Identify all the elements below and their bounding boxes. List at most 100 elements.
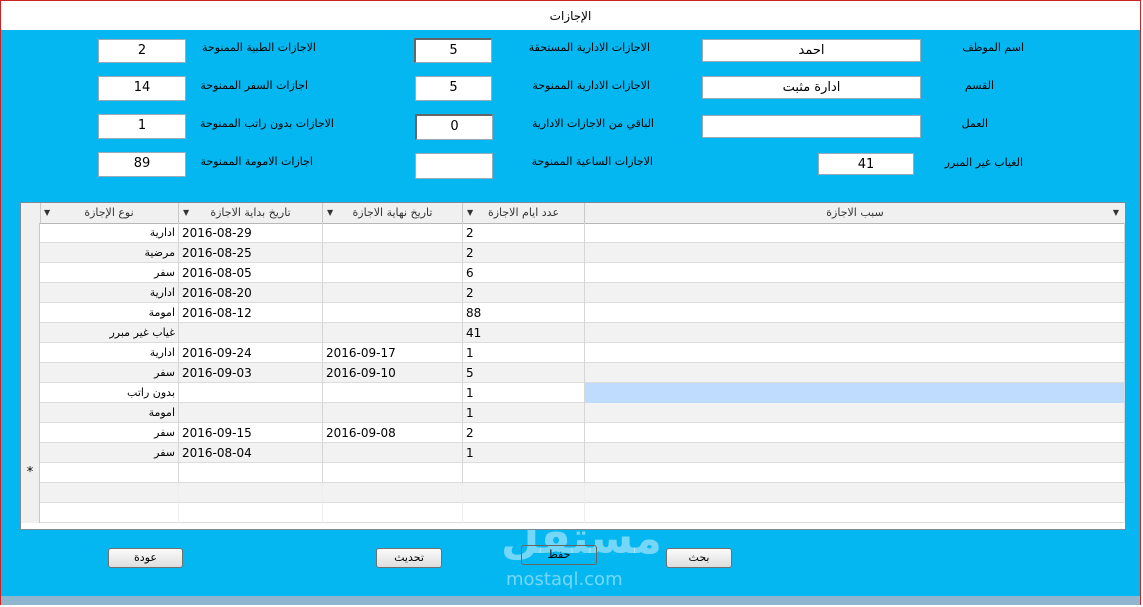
refresh-button[interactable]: تحديث	[376, 548, 442, 568]
cell-days[interactable]: 2	[463, 423, 585, 443]
cell-end[interactable]	[323, 283, 463, 303]
table-row[interactable]: امومة 2016-08-12 88	[21, 303, 1125, 323]
search-button[interactable]: بحث	[666, 548, 732, 568]
admin-granted-field[interactable]: 5	[415, 76, 492, 101]
cell-type[interactable]: سفر	[40, 263, 179, 283]
cell-end[interactable]	[323, 303, 463, 323]
cell-reason[interactable]	[585, 403, 1125, 423]
hourly-granted-field[interactable]	[415, 153, 493, 179]
cell-start[interactable]: 2016-08-12	[179, 303, 323, 323]
cell-type[interactable]: امومة	[40, 303, 179, 323]
medical-granted-field[interactable]: 2	[98, 39, 186, 63]
cell-end[interactable]	[323, 403, 463, 423]
cell-type[interactable]: ادارية	[40, 223, 179, 243]
table-row[interactable]: سفر 2016-09-15 2016-09-08 2	[21, 423, 1125, 443]
cell-reason[interactable]	[585, 323, 1125, 343]
table-row[interactable]: ادارية 2016-08-20 2	[21, 283, 1125, 303]
save-button[interactable]: حفظ	[521, 545, 597, 565]
cell-start[interactable]: 2016-09-03	[179, 363, 323, 383]
cell-type[interactable]: سفر	[40, 363, 179, 383]
cell-end[interactable]	[323, 323, 463, 343]
cell-start[interactable]: 2016-09-24	[179, 343, 323, 363]
cell-reason[interactable]	[585, 363, 1125, 383]
row-selector[interactable]	[21, 243, 40, 263]
cell-start[interactable]	[179, 323, 323, 343]
dropdown-arrow-icon[interactable]: ▼	[44, 203, 50, 223]
select-all-corner[interactable]	[21, 203, 41, 223]
row-selector[interactable]	[21, 403, 40, 423]
cell-reason[interactable]	[585, 303, 1125, 323]
cell-start[interactable]: 2016-08-25	[179, 243, 323, 263]
cell-reason[interactable]	[585, 343, 1125, 363]
table-row[interactable]: مرضية 2016-08-25 2	[21, 243, 1125, 263]
dropdown-arrow-icon[interactable]: ▼	[327, 203, 333, 223]
dropdown-arrow-icon[interactable]: ▼	[467, 203, 473, 223]
admin-due-field[interactable]: 5	[414, 38, 492, 63]
table-row[interactable]: سفر 2016-09-03 2016-09-10 5	[21, 363, 1125, 383]
maternity-granted-field[interactable]: 89	[98, 152, 186, 177]
column-header-days[interactable]: عدد ايام الاجازة ▼	[463, 203, 585, 223]
cell-days[interactable]: 2	[463, 223, 585, 243]
cell-days[interactable]: 1	[463, 343, 585, 363]
unpaid-granted-field[interactable]: 1	[98, 114, 186, 139]
cell-days[interactable]: 1	[463, 403, 585, 423]
new-record-row[interactable]: *	[21, 463, 1125, 483]
row-selector[interactable]	[21, 363, 40, 383]
table-row[interactable]: ادارية 2016-08-29 2	[21, 223, 1125, 243]
cell-end[interactable]	[323, 263, 463, 283]
cell-days[interactable]: 5	[463, 363, 585, 383]
leaves-table[interactable]: نوع الإجازة ▼ تاريخ بداية الاجازة ▼ تاري…	[20, 202, 1126, 530]
cell-days[interactable]: 1	[463, 383, 585, 403]
cell-end[interactable]: 2016-09-17	[323, 343, 463, 363]
cell-reason[interactable]	[585, 423, 1125, 443]
cell-type[interactable]: مرضية	[40, 243, 179, 263]
column-header-start[interactable]: تاريخ بداية الاجازة ▼	[179, 203, 323, 223]
table-row[interactable]: سفر 2016-08-05 6	[21, 263, 1125, 283]
empty-row[interactable]	[21, 483, 1125, 503]
cell-days[interactable]: 88	[463, 303, 585, 323]
dropdown-arrow-icon[interactable]: ▼	[183, 203, 189, 223]
cell-start[interactable]	[179, 403, 323, 423]
row-selector[interactable]	[21, 483, 40, 503]
cell-days[interactable]: 2	[463, 243, 585, 263]
cell-type[interactable]	[40, 463, 179, 483]
column-header-reason[interactable]: سبب الاجازة ▼	[585, 203, 1125, 223]
cell-end[interactable]	[323, 383, 463, 403]
cell-start[interactable]: 2016-08-20	[179, 283, 323, 303]
row-selector[interactable]	[21, 383, 40, 403]
cell-end[interactable]: 2016-09-08	[323, 423, 463, 443]
cell-end[interactable]	[323, 223, 463, 243]
cell-start[interactable]: 2016-09-15	[179, 423, 323, 443]
row-selector[interactable]	[21, 223, 40, 243]
cell-end[interactable]	[323, 443, 463, 463]
cell-type[interactable]: سفر	[40, 423, 179, 443]
cell-type[interactable]: بدون راتب	[40, 383, 179, 403]
dropdown-arrow-icon[interactable]: ▼	[1113, 203, 1119, 223]
cell-type[interactable]: ادارية	[40, 283, 179, 303]
cell-type[interactable]: امومة	[40, 403, 179, 423]
cell-end[interactable]	[323, 243, 463, 263]
cell-start[interactable]	[179, 463, 323, 483]
cell-start[interactable]	[179, 383, 323, 403]
table-row[interactable]: ادارية 2016-09-24 2016-09-17 1	[21, 343, 1125, 363]
back-button[interactable]: عودة	[108, 548, 183, 568]
cell-reason[interactable]	[585, 463, 1125, 483]
row-selector[interactable]: *	[21, 463, 40, 483]
cell-days[interactable]: 2	[463, 283, 585, 303]
cell-end[interactable]	[323, 463, 463, 483]
row-selector[interactable]	[21, 283, 40, 303]
cell-type[interactable]: ادارية	[40, 343, 179, 363]
table-row[interactable]: امومة 1	[21, 403, 1125, 423]
cell-reason[interactable]	[585, 223, 1125, 243]
row-selector[interactable]	[21, 503, 40, 523]
cell-days[interactable]: 1	[463, 443, 585, 463]
cell-days[interactable]	[463, 463, 585, 483]
table-row[interactable]: بدون راتب 1	[21, 383, 1125, 403]
cell-days[interactable]: 41	[463, 323, 585, 343]
table-row[interactable]: سفر 2016-08-04 1	[21, 443, 1125, 463]
cell-start[interactable]: 2016-08-04	[179, 443, 323, 463]
table-row[interactable]: غياب غير مبرر 41	[21, 323, 1125, 343]
admin-remaining-field[interactable]: 0	[415, 114, 493, 140]
cell-start[interactable]: 2016-08-29	[179, 223, 323, 243]
cell-type[interactable]: سفر	[40, 443, 179, 463]
